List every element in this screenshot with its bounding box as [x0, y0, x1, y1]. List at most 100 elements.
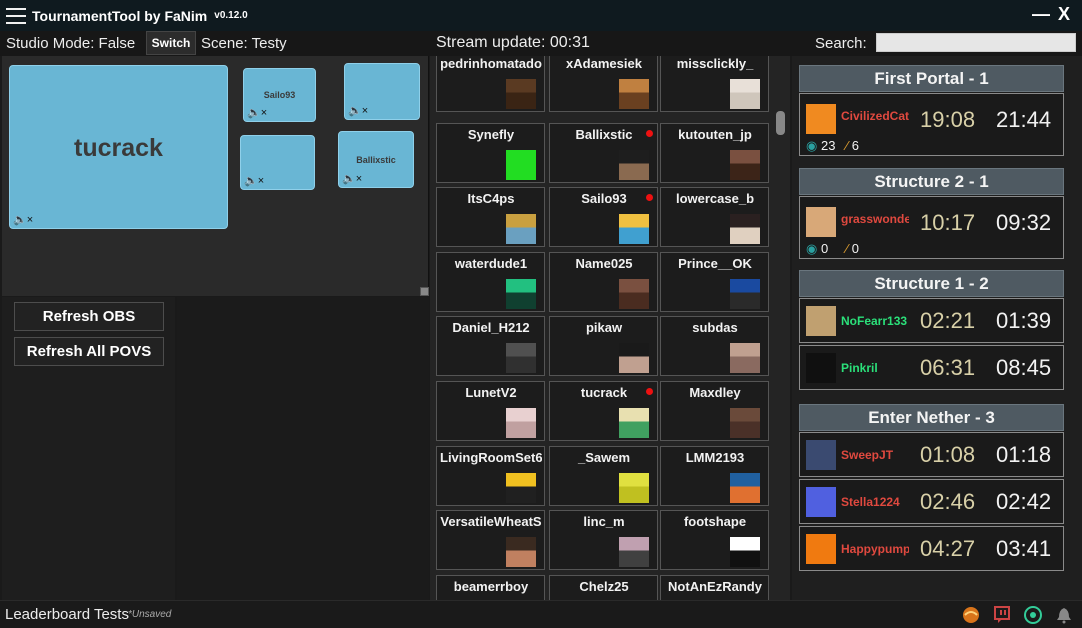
player-card[interactable]: Synefly: [436, 122, 545, 183]
menu-icon[interactable]: [6, 7, 26, 24]
player-name: footshape: [683, 514, 747, 530]
player-card[interactable]: subdas: [660, 316, 769, 377]
player-head-icon: [619, 278, 649, 309]
obs-icon[interactable]: [1024, 606, 1042, 624]
resize-grip[interactable]: [420, 287, 429, 296]
player-name: kutouten_jp: [678, 126, 752, 142]
player-card[interactable]: waterdude1: [436, 251, 545, 312]
refresh-obs-button[interactable]: Refresh OBS: [14, 302, 164, 331]
pov-slot[interactable]: Sailo93 🔈×: [243, 68, 316, 122]
pov-slot[interactable]: Ballixstic 🔈×: [338, 131, 414, 188]
player-card[interactable]: linc_m: [549, 510, 658, 571]
split-time: 01:08: [920, 442, 976, 467]
leaderboard-row[interactable]: SweepJT 01:08 01:18: [799, 432, 1064, 477]
grid-scrollbar[interactable]: [776, 111, 785, 135]
leaderboard-row[interactable]: NoFearr133 02:21 01:39: [799, 298, 1064, 343]
status-bar: Leaderboard Tests *Unsaved: [0, 600, 1082, 628]
player-card[interactable]: _Sawem: [549, 445, 658, 506]
split-time: 10:17: [920, 210, 976, 235]
player-card[interactable]: Chelz25: [549, 574, 658, 600]
player-card[interactable]: NotAnEzRandy: [660, 574, 769, 600]
twitch-icon[interactable]: [993, 606, 1011, 624]
controls-panel: Refresh OBS Refresh All POVS: [2, 297, 175, 600]
blaze-rod-icon: ⁄: [846, 138, 849, 153]
ender-pearl-icon: ◉: [806, 138, 818, 153]
blaze-rod-count: ⁄ 0: [846, 241, 860, 256]
player-name: NoFearr133: [841, 314, 908, 328]
total-time: 03:41: [996, 536, 1052, 561]
switch-button[interactable]: Switch: [146, 31, 196, 55]
player-card[interactable]: LunetV2: [436, 381, 545, 441]
player-card[interactable]: Prince__OK: [660, 251, 769, 312]
player-name: LMM2193: [685, 449, 745, 465]
player-head-icon: [506, 537, 536, 568]
pov-slot[interactable]: 🔈×: [344, 63, 420, 120]
search-input[interactable]: [876, 33, 1076, 52]
player-card[interactable]: VersatileWheatS: [436, 510, 545, 571]
player-name: Synefly: [467, 126, 515, 142]
player-name: Happypumpkin: [841, 542, 909, 556]
ender-pearl-icon: ◉: [806, 241, 818, 256]
player-card[interactable]: pikaw: [549, 316, 658, 377]
leaderboard-row[interactable]: Stella1224 02:46 02:42: [799, 479, 1064, 524]
leaderboard-group-header: Structure 1 - 2: [799, 270, 1064, 297]
notification-icon[interactable]: [1055, 606, 1073, 624]
muted-icon[interactable]: 🔈×: [348, 104, 368, 117]
player-card[interactable]: pedrinhomatado: [436, 56, 545, 112]
player-card[interactable]: Ballixstic: [549, 122, 658, 183]
player-card[interactable]: lowercase_b: [660, 187, 769, 248]
close-button[interactable]: X: [1058, 4, 1070, 25]
player-name: VersatileWheatS: [440, 514, 542, 530]
muted-icon[interactable]: 🔈×: [247, 106, 267, 119]
player-card[interactable]: Daniel_H212: [436, 316, 545, 377]
player-card[interactable]: LMM2193: [660, 445, 769, 506]
player-card[interactable]: LivingRoomSet6: [436, 445, 545, 506]
main-pov-slot[interactable]: tucrack 🔈×: [9, 65, 228, 229]
player-card[interactable]: tucrack: [549, 381, 658, 441]
pov-player-name: Sailo93: [263, 90, 296, 100]
leaderboard-row[interactable]: CivilizedCat 19:08 21:44 ◉ 23 ⁄ 6: [799, 93, 1064, 156]
player-card[interactable]: missclickly_: [660, 56, 769, 112]
player-card[interactable]: kutouten_jp: [660, 122, 769, 183]
empty-panel: [177, 297, 429, 600]
player-card[interactable]: Sailo93: [549, 187, 658, 248]
leaderboard-row[interactable]: Happypumpkin 04:27 03:41: [799, 526, 1064, 571]
player-name: LunetV2: [465, 385, 517, 400]
player-card[interactable]: ItsC4ps: [436, 187, 545, 248]
muted-icon[interactable]: 🔈×: [244, 174, 264, 187]
blaze-rod-count: ⁄ 6: [846, 138, 860, 153]
player-head-icon: [619, 79, 649, 109]
leaderboard-row[interactable]: grasswonder 10:17 09:32 ◉ 0 ⁄ 0: [799, 196, 1064, 259]
player-card[interactable]: beamerrboy: [436, 574, 545, 600]
leaderboard-group-header: First Portal - 1: [799, 65, 1064, 92]
muted-icon[interactable]: 🔈×: [13, 213, 33, 226]
blaze-rod-icon: ⁄: [846, 241, 849, 256]
player-card[interactable]: Maxdley: [660, 381, 769, 441]
app-version: v0.12.0: [214, 10, 248, 21]
player-name: CivilizedCat: [841, 109, 909, 123]
pov-slot[interactable]: 🔈×: [240, 135, 315, 190]
player-name: waterdude1: [454, 255, 528, 271]
app-title: TournamentTool by FaNim: [32, 7, 208, 24]
pacemanfr-icon[interactable]: [962, 606, 980, 624]
player-head-icon: [506, 408, 536, 438]
leaderboard-row[interactable]: Pinkril 06:31 08:45: [799, 345, 1064, 390]
player-head-icon: [506, 472, 536, 503]
player-grid: pedrinhomatado xAdamesiek missclickly_ Syne…: [430, 56, 790, 600]
player-name: linc_m: [583, 514, 625, 530]
player-card[interactable]: Name025: [549, 251, 658, 312]
player-avatar: [806, 306, 836, 336]
player-card[interactable]: footshape: [660, 510, 769, 571]
refresh-all-povs-button[interactable]: Refresh All POVS: [14, 337, 164, 366]
total-time: 02:42: [996, 489, 1052, 514]
pov-player-name: tucrack: [74, 134, 163, 162]
player-name: pikaw: [585, 320, 623, 336]
muted-icon[interactable]: 🔈×: [342, 172, 362, 185]
player-name: ItsC4ps: [467, 191, 515, 207]
studio-mode-label: Studio Mode: False: [6, 35, 136, 52]
player-name: tucrack: [580, 385, 628, 400]
player-card[interactable]: xAdamesiek: [549, 56, 658, 112]
player-head-icon: [730, 278, 760, 309]
minimize-button[interactable]: —: [1032, 4, 1050, 25]
player-name: pedrinhomatado: [440, 56, 542, 71]
